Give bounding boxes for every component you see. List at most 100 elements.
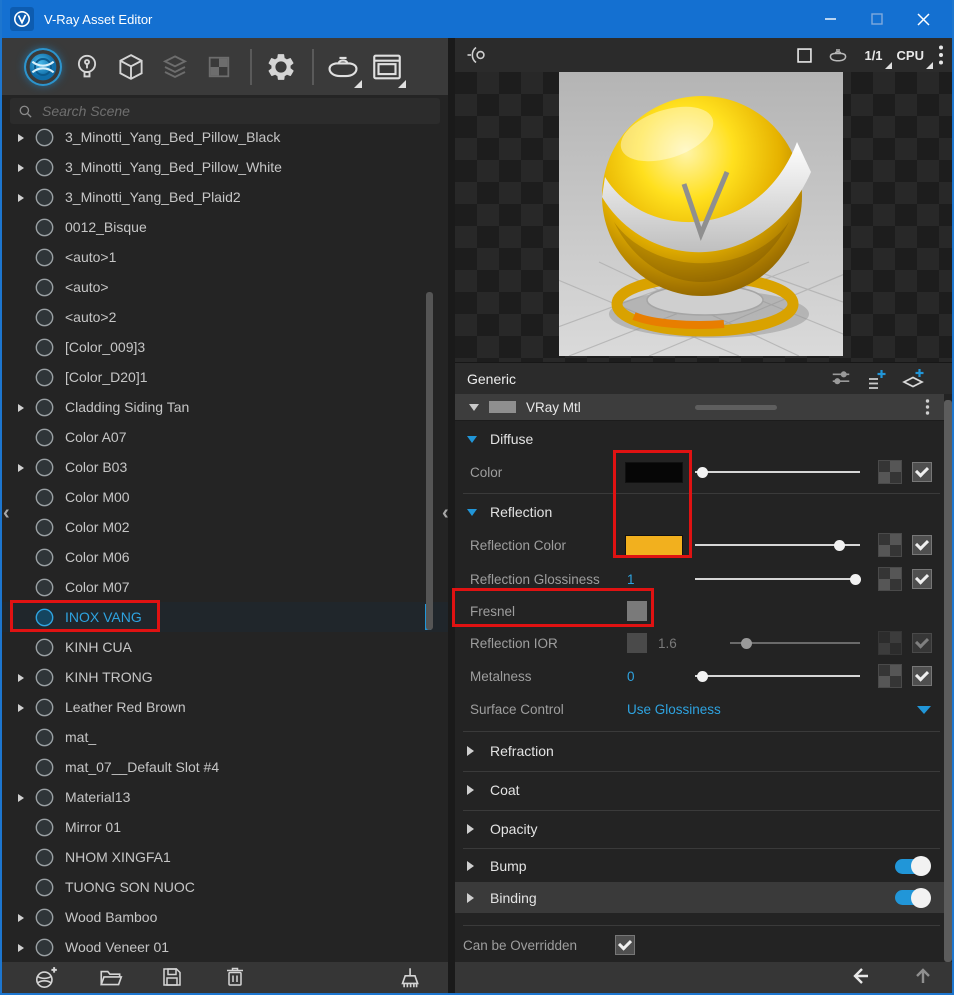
- material-list-item[interactable]: Color A07: [2, 422, 448, 452]
- render-with-vray-icon[interactable]: [326, 50, 360, 84]
- section-header-reflection[interactable]: Reflection: [455, 497, 944, 527]
- close-button[interactable]: [900, 0, 946, 38]
- section-header-binding[interactable]: Binding: [455, 882, 944, 913]
- add-layer-list-icon[interactable]: [864, 367, 888, 391]
- add-layer-icon[interactable]: [900, 367, 926, 391]
- material-list-item[interactable]: 3_Minotti_Yang_Bed_Pillow_White: [2, 152, 448, 182]
- material-list-item[interactable]: INOX VANG: [2, 602, 448, 632]
- drag-handle[interactable]: [695, 405, 777, 410]
- layers-tab-icon[interactable]: [158, 50, 192, 84]
- material-list-item[interactable]: Leather Red Brown: [2, 692, 448, 722]
- material-list-item[interactable]: [Color_009]3: [2, 332, 448, 362]
- lights-tab-icon[interactable]: [70, 50, 104, 84]
- delete-icon[interactable]: [223, 965, 249, 991]
- expand-arrow-icon[interactable]: [18, 129, 32, 145]
- diffuse-texture-slot[interactable]: [878, 460, 902, 484]
- reflection-color-swatch[interactable]: [625, 535, 683, 556]
- section-header-opacity[interactable]: Opacity: [455, 812, 944, 846]
- search-box[interactable]: [10, 98, 440, 124]
- purge-unused-icon[interactable]: [396, 965, 422, 991]
- textures-tab-icon[interactable]: [202, 50, 236, 84]
- list-scrollbar-thumb[interactable]: [426, 292, 433, 630]
- surface-control-dropdown[interactable]: Use Glossiness: [627, 702, 721, 717]
- fresnel-checkbox[interactable]: [627, 601, 647, 621]
- slider-handle[interactable]: [834, 540, 845, 551]
- material-list-item[interactable]: <auto>2: [2, 302, 448, 332]
- material-list-item[interactable]: Color M06: [2, 542, 448, 572]
- open-file-icon[interactable]: [98, 965, 124, 991]
- material-list-item[interactable]: TUONG SON NUOC: [2, 872, 448, 902]
- expand-arrow-icon[interactable]: [18, 669, 32, 685]
- collapse-triangle-icon[interactable]: [469, 404, 479, 411]
- kebab-menu-icon[interactable]: [938, 44, 944, 66]
- collapse-divider-icon[interactable]: ‹: [442, 503, 449, 523]
- glossiness-slider[interactable]: [695, 578, 860, 580]
- bump-toggle[interactable]: [895, 859, 929, 874]
- preview-swatches-toggle-icon[interactable]: [465, 43, 489, 67]
- reflection-amount-slider[interactable]: [695, 544, 860, 546]
- add-material-icon[interactable]: [33, 965, 59, 991]
- ior-lock-checkbox[interactable]: [627, 633, 647, 653]
- metalness-texture-slot[interactable]: [878, 664, 902, 688]
- chevron-down-icon[interactable]: [917, 706, 931, 714]
- reflection-enabled-checkbox[interactable]: [912, 535, 932, 555]
- material-list-item[interactable]: 3_Minotti_Yang_Bed_Pillow_Black: [2, 122, 448, 152]
- expand-arrow-icon[interactable]: [18, 699, 32, 715]
- settings-tab-icon[interactable]: [264, 50, 298, 84]
- frame-buffer-icon[interactable]: [370, 50, 404, 84]
- render-quality-value[interactable]: 1/1: [864, 48, 882, 63]
- param-value[interactable]: 0: [627, 669, 635, 684]
- material-list-item[interactable]: Material13: [2, 782, 448, 812]
- material-list-item[interactable]: Color M02: [2, 512, 448, 542]
- glossiness-enabled-checkbox[interactable]: [912, 569, 932, 589]
- material-list-item[interactable]: Wood Veneer 01: [2, 932, 448, 962]
- reflection-texture-slot[interactable]: [878, 533, 902, 557]
- back-arrow-icon[interactable]: [850, 966, 870, 986]
- glossiness-texture-slot[interactable]: [878, 567, 902, 591]
- material-list-item[interactable]: <auto>: [2, 272, 448, 302]
- section-header-bump[interactable]: Bump: [455, 850, 944, 882]
- diffuse-amount-slider[interactable]: [695, 471, 860, 473]
- param-value[interactable]: 1: [627, 572, 635, 587]
- slider-handle[interactable]: [850, 574, 861, 585]
- section-header-coat[interactable]: Coat: [455, 773, 944, 807]
- metalness-enabled-checkbox[interactable]: [912, 666, 932, 686]
- inspector-scrollbar-thumb[interactable]: [944, 400, 952, 962]
- expand-arrow-icon[interactable]: [18, 459, 32, 475]
- section-header-refraction[interactable]: Refraction: [455, 734, 944, 768]
- materials-tab-icon[interactable]: [26, 50, 60, 84]
- expand-arrow-icon[interactable]: [18, 939, 32, 955]
- material-list-item[interactable]: Wood Bamboo: [2, 902, 448, 932]
- expand-arrow-icon[interactable]: [18, 399, 32, 415]
- metalness-slider[interactable]: [695, 675, 860, 677]
- material-list-item[interactable]: mat_: [2, 722, 448, 752]
- override-checkbox[interactable]: [615, 935, 635, 955]
- minimize-button[interactable]: [808, 0, 854, 38]
- material-list-item[interactable]: Color M00: [2, 482, 448, 512]
- expand-arrow-icon[interactable]: [18, 159, 32, 175]
- material-list-item[interactable]: 0012_Bisque: [2, 212, 448, 242]
- layer-menu-icon[interactable]: [925, 398, 930, 416]
- material-list-item[interactable]: mat_07__Default Slot #4: [2, 752, 448, 782]
- viewport-render-icon[interactable]: [797, 48, 812, 63]
- material-list-item[interactable]: <auto>1: [2, 242, 448, 272]
- save-icon[interactable]: [160, 965, 186, 991]
- diffuse-color-swatch[interactable]: [625, 462, 683, 483]
- material-layer-row[interactable]: VRay Mtl: [455, 394, 944, 421]
- expand-arrow-icon[interactable]: [18, 189, 32, 205]
- binding-toggle[interactable]: [895, 890, 929, 905]
- material-list-item[interactable]: Color M07: [2, 572, 448, 602]
- material-list-item[interactable]: Mirror 01: [2, 812, 448, 842]
- geometries-tab-icon[interactable]: [114, 50, 148, 84]
- maximize-button[interactable]: [854, 0, 900, 38]
- panel-divider[interactable]: [448, 38, 455, 993]
- material-list-item[interactable]: Cladding Siding Tan: [2, 392, 448, 422]
- up-arrow-icon[interactable]: [913, 966, 933, 986]
- material-list-item[interactable]: KINH CUA: [2, 632, 448, 662]
- slider-handle[interactable]: [697, 671, 708, 682]
- render-teapot-icon[interactable]: [826, 43, 850, 67]
- material-list-item[interactable]: NHOM XINGFA1: [2, 842, 448, 872]
- expand-arrow-icon[interactable]: [18, 789, 32, 805]
- material-list-item[interactable]: Color B03: [2, 452, 448, 482]
- slider-handle[interactable]: [697, 467, 708, 478]
